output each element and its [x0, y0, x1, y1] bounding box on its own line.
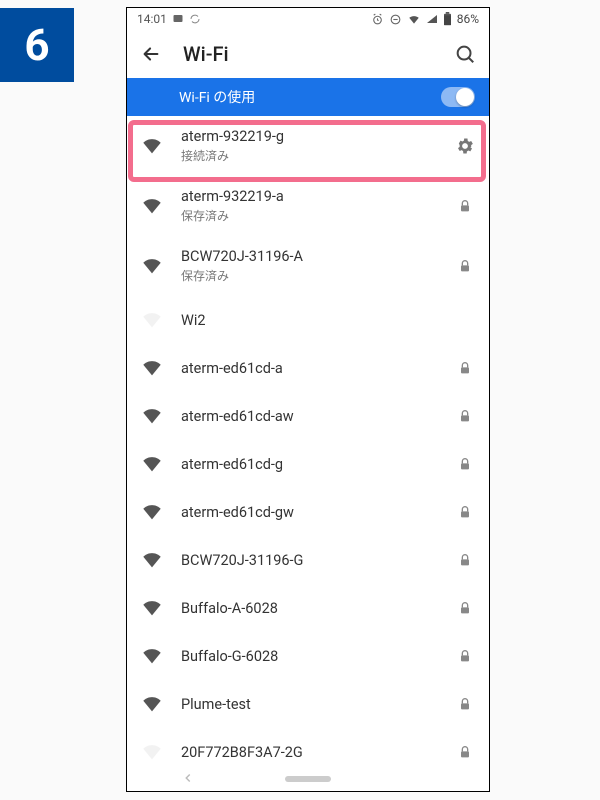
network-item[interactable]: aterm-ed61cd-gw [127, 488, 489, 536]
status-time: 14:01 [137, 12, 167, 26]
lock-icon [455, 454, 475, 474]
network-item[interactable]: Buffalo-G-6028 [127, 632, 489, 680]
network-text: BCW720J-31196-G [181, 552, 437, 569]
network-ssid: BCW720J-31196-G [181, 552, 437, 569]
network-ssid: aterm-932219-a [181, 188, 437, 205]
network-item[interactable]: aterm-ed61cd-g [127, 440, 489, 488]
network-text: aterm-ed61cd-gw [181, 504, 437, 521]
message-icon [172, 13, 184, 25]
wifi-signal-icon [141, 135, 163, 157]
nav-home-pill[interactable] [285, 776, 331, 782]
network-status: 接続済み [181, 147, 437, 164]
alarm-icon [371, 13, 384, 26]
nav-back-icon[interactable] [181, 770, 195, 789]
wifi-use-toggle-row[interactable]: Wi-Fi の使用 [127, 78, 489, 116]
wifi-signal-icon [141, 645, 163, 667]
network-item[interactable]: aterm-932219-a 保存済み [127, 176, 489, 236]
network-ssid: aterm-ed61cd-aw [181, 408, 437, 425]
network-text: Buffalo-A-6028 [181, 600, 437, 617]
step-number-badge: 6 [0, 8, 74, 82]
lock-icon [455, 196, 475, 216]
network-ssid: aterm-ed61cd-g [181, 456, 437, 473]
network-ssid: Plume-test [181, 696, 437, 713]
network-text: aterm-ed61cd-aw [181, 408, 437, 425]
network-item[interactable]: Buffalo-A-6028 [127, 584, 489, 632]
wifi-signal-icon [141, 597, 163, 619]
network-status: 保存済み [181, 267, 437, 284]
network-item[interactable]: BCW720J-31196-A 保存済み [127, 236, 489, 296]
wifi-signal-icon [141, 357, 163, 379]
network-text: Plume-test [181, 696, 437, 713]
network-ssid: aterm-ed61cd-a [181, 360, 437, 377]
wifi-toggle-switch[interactable] [441, 87, 475, 107]
lock-icon [455, 646, 475, 666]
wifi-signal-icon [141, 255, 163, 277]
battery-icon [443, 12, 452, 26]
lock-icon [455, 358, 475, 378]
app-header: Wi-Fi [127, 30, 489, 78]
lock-icon [455, 550, 475, 570]
empty-icon [455, 310, 475, 330]
wifi-signal-icon [141, 549, 163, 571]
network-item[interactable]: 20F772B8F3A7-2G [127, 728, 489, 767]
network-text: Buffalo-G-6028 [181, 648, 437, 665]
wifi-signal-icon [141, 195, 163, 217]
network-item[interactable]: Wi2 [127, 296, 489, 344]
dnd-icon [389, 13, 402, 26]
wifi-signal-icon [141, 453, 163, 475]
network-text: aterm-932219-g 接続済み [181, 128, 437, 164]
wifi-toggle-label: Wi-Fi の使用 [179, 87, 441, 107]
gear-icon[interactable] [455, 136, 475, 156]
network-status: 保存済み [181, 207, 437, 224]
network-ssid: Buffalo-A-6028 [181, 600, 437, 617]
lock-icon [455, 256, 475, 276]
network-text: BCW720J-31196-A 保存済み [181, 248, 437, 284]
battery-percent: 86% [457, 12, 479, 26]
network-item[interactable]: aterm-ed61cd-a [127, 344, 489, 392]
sync-icon [189, 13, 201, 25]
network-list[interactable]: aterm-932219-g 接続済み aterm-932219-a 保存済み … [127, 116, 489, 767]
network-item[interactable]: aterm-ed61cd-aw [127, 392, 489, 440]
wifi-signal-icon [141, 501, 163, 523]
network-text: Wi2 [181, 312, 437, 329]
network-ssid: aterm-932219-g [181, 128, 437, 145]
wifi-signal-icon [141, 309, 163, 331]
network-text: aterm-932219-a 保存済み [181, 188, 437, 224]
wifi-signal-icon [141, 741, 163, 763]
lock-icon [455, 598, 475, 618]
step-number-text: 6 [24, 19, 49, 71]
nav-bar [127, 767, 489, 791]
page-title: Wi-Fi [183, 42, 433, 66]
network-ssid: BCW720J-31196-A [181, 248, 437, 265]
network-item[interactable]: BCW720J-31196-G [127, 536, 489, 584]
network-text: aterm-ed61cd-a [181, 360, 437, 377]
network-item[interactable]: aterm-932219-g 接続済み [127, 116, 489, 176]
lock-icon [455, 406, 475, 426]
network-text: aterm-ed61cd-g [181, 456, 437, 473]
lock-icon [455, 694, 475, 714]
phone-frame: 14:01 86% [126, 7, 490, 792]
search-button[interactable] [453, 42, 477, 66]
wifi-signal-icon [141, 405, 163, 427]
network-ssid: 20F772B8F3A7-2G [181, 744, 437, 761]
lock-icon [455, 742, 475, 762]
network-text: 20F772B8F3A7-2G [181, 744, 437, 761]
wifi-status-icon [407, 12, 421, 26]
network-ssid: Buffalo-G-6028 [181, 648, 437, 665]
status-bar: 14:01 86% [127, 8, 489, 30]
wifi-signal-icon [141, 693, 163, 715]
network-ssid: Wi2 [181, 312, 437, 329]
signal-icon [426, 13, 438, 25]
lock-icon [455, 502, 475, 522]
network-item[interactable]: Plume-test [127, 680, 489, 728]
network-ssid: aterm-ed61cd-gw [181, 504, 437, 521]
back-button[interactable] [139, 42, 163, 66]
